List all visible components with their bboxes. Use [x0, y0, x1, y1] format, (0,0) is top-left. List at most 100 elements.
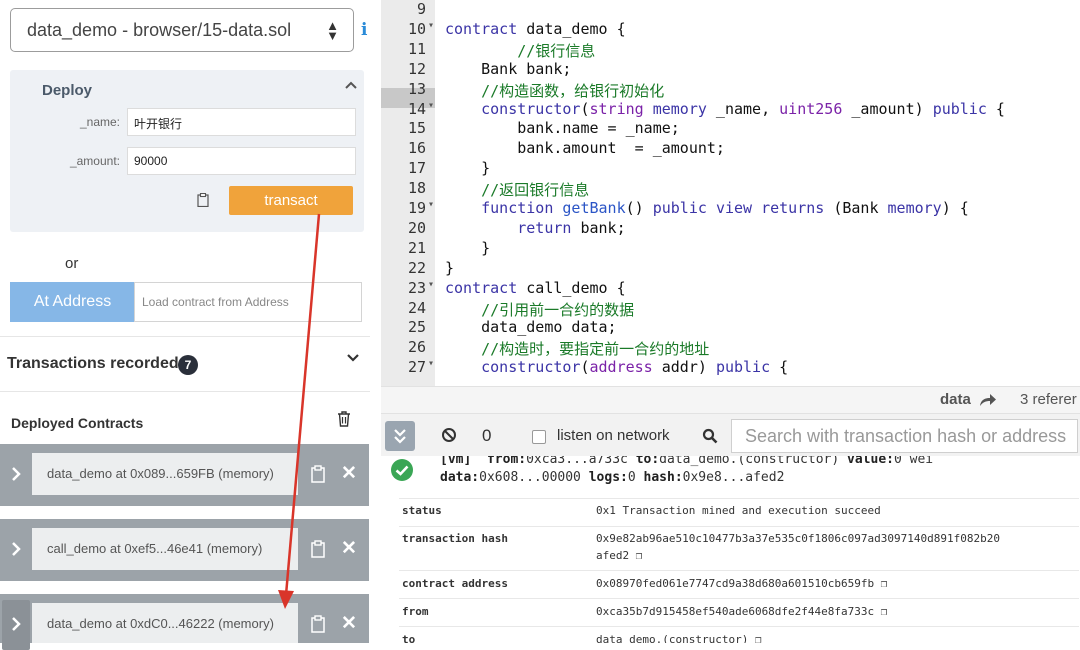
- code-line[interactable]: 13 //构造函数，给银行初始化: [381, 80, 1080, 100]
- param-name-input[interactable]: 叶开银行: [127, 108, 356, 136]
- clipboard-icon[interactable]: [197, 193, 209, 207]
- share-arrow-icon[interactable]: [979, 393, 997, 407]
- to-key: to: [402, 633, 416, 643]
- contract-select-value: data_demo - browser/15-data.sol: [27, 20, 292, 40]
- contract-instance-label: data_demo at 0x089...659FB (memory): [32, 453, 298, 495]
- trash-icon[interactable]: [336, 410, 352, 428]
- clipboard-icon[interactable]: [311, 615, 325, 633]
- deploy-title: Deploy: [42, 82, 93, 99]
- from-value: 0xca35b7d915458ef540ade6068dfe2f44e8fa73…: [596, 605, 888, 618]
- fold-arrow-icon[interactable]: ▾: [428, 358, 434, 369]
- line-number: 21: [407, 238, 426, 257]
- line-number: 20: [407, 218, 426, 237]
- deployed-contract-item[interactable]: call_demo at 0xef5...46e41 (memory) ✕: [0, 519, 369, 581]
- tx-hash-value-cont: afed2 ❐: [596, 549, 643, 562]
- code-text: //引用前一合约的数据: [481, 300, 635, 319]
- code-line[interactable]: 22}: [381, 259, 1080, 279]
- line-number: 17: [407, 159, 426, 178]
- line-number: 19: [407, 199, 426, 217]
- line-number: 14: [407, 99, 426, 118]
- line-number: 18: [407, 179, 426, 198]
- clear-icon[interactable]: [441, 427, 457, 443]
- transactions-recorded-title[interactable]: Transactions recorded:: [7, 355, 184, 373]
- chevron-right-icon[interactable]: [11, 541, 21, 557]
- tx-status-value: 0x1 Transaction mined and execution succ…: [596, 504, 881, 517]
- log-line-2[interactable]: data:0x608...00000 logs:0 hash:0x9e8...a…: [440, 470, 784, 485]
- contract-instance-label: data_demo at 0xdC0...46222 (memory): [32, 603, 298, 643]
- log-line-1[interactable]: [vm] from:0xca3...a733c to:data_demo.(co…: [440, 456, 933, 467]
- close-icon[interactable]: ✕: [341, 614, 357, 633]
- to-value: data_demo.(constructor) ❐: [596, 633, 762, 643]
- success-check-icon: [391, 459, 413, 481]
- fold-arrow-icon[interactable]: ▾: [428, 199, 434, 210]
- clipboard-icon[interactable]: ❐: [881, 577, 888, 590]
- clipboard-icon[interactable]: ❐: [755, 633, 762, 643]
- divider: [399, 598, 1079, 599]
- contract-select[interactable]: data_demo - browser/15-data.sol ▲ ▼: [10, 8, 354, 52]
- close-icon[interactable]: ✕: [341, 539, 357, 558]
- code-text: constructor(string memory _name, uint256…: [481, 99, 1005, 118]
- contract-address-value: 0x08970fed061e7747cd9a38d680a601510cb659…: [596, 577, 888, 590]
- references-count[interactable]: 3 referer: [1020, 391, 1077, 408]
- contract-instance-label: call_demo at 0xef5...46e41 (memory): [32, 528, 298, 570]
- code-line[interactable]: 23 ▾ contract call_demo {: [381, 279, 1080, 299]
- line-number: 25: [407, 318, 426, 337]
- clipboard-icon[interactable]: ❐: [881, 605, 888, 618]
- clipboard-icon[interactable]: ❐: [636, 549, 643, 562]
- deployed-contract-item[interactable]: data_demo at 0xdC0...46222 (memory) ✕: [0, 594, 369, 650]
- deployed-contracts-title: Deployed Contracts: [11, 415, 144, 431]
- contract-address-key: contract address: [402, 577, 508, 590]
- code-text: //银行信息: [517, 41, 596, 60]
- code-line[interactable]: 17 }: [381, 159, 1080, 179]
- terminal-search-input[interactable]: Search with transaction hash or address: [731, 419, 1078, 453]
- fold-arrow-icon[interactable]: ▾: [428, 279, 434, 290]
- code-line[interactable]: 27 ▾ constructor(address addr) public {: [381, 358, 1080, 378]
- code-line[interactable]: 16 bank.amount = _amount;: [381, 139, 1080, 159]
- code-text: contract call_demo {: [445, 278, 626, 297]
- code-line[interactable]: 10 ▾ contract data_demo {: [381, 20, 1080, 40]
- code-text: Bank bank;: [445, 59, 572, 78]
- divider: [399, 570, 1079, 571]
- code-line[interactable]: 26 //构造时，要指定前一合约的地址: [381, 338, 1080, 358]
- listen-checkbox[interactable]: [532, 430, 546, 444]
- fold-arrow-icon[interactable]: ▾: [428, 20, 434, 31]
- code-text: constructor(address addr) public {: [481, 358, 789, 377]
- transact-button[interactable]: transact: [229, 186, 353, 215]
- code-editor[interactable]: 9 10 ▾ contract data_demo {11 //银行信息 12 Bank…: [381, 0, 1080, 386]
- at-address-input[interactable]: Load contract from Address: [134, 282, 362, 322]
- chevron-right-icon[interactable]: [11, 466, 21, 482]
- param-amount-input[interactable]: 90000: [127, 147, 356, 175]
- pending-tx-count: 0: [482, 426, 492, 445]
- code-text: function getBank() public view returns (…: [481, 199, 969, 217]
- code-line[interactable]: 20 return bank;: [381, 219, 1080, 239]
- clipboard-icon[interactable]: [311, 540, 325, 558]
- code-line[interactable]: 11 //银行信息: [381, 40, 1080, 60]
- code-line[interactable]: 24 //引用前一合约的数据: [381, 299, 1080, 319]
- code-line[interactable]: 9: [381, 0, 1080, 20]
- fold-arrow-icon[interactable]: ▾: [428, 100, 434, 111]
- code-line[interactable]: 21 }: [381, 239, 1080, 259]
- chevron-right-icon[interactable]: [11, 616, 21, 632]
- code-line[interactable]: 12 Bank bank;: [381, 60, 1080, 80]
- terminal-toggle-button[interactable]: [385, 421, 415, 451]
- line-number: 22: [407, 258, 426, 277]
- code-text: }: [445, 238, 491, 257]
- at-address-button[interactable]: At Address: [10, 282, 135, 322]
- transactions-count-badge: 7: [178, 355, 198, 375]
- clipboard-icon[interactable]: [311, 465, 325, 483]
- code-line[interactable]: 15 bank.name = _name;: [381, 119, 1080, 139]
- chevron-down-icon[interactable]: [345, 350, 361, 366]
- divider: [399, 526, 1079, 527]
- code-line[interactable]: 18 //返回银行信息: [381, 179, 1080, 199]
- deployed-contract-item[interactable]: data_demo at 0x089...659FB (memory) ✕: [0, 444, 369, 506]
- close-icon[interactable]: ✕: [341, 464, 357, 483]
- info-icon[interactable]: i: [361, 20, 367, 40]
- tx-hash-value: 0x9e82ab96ae510c10477b3a37e535c0f1806c09…: [596, 532, 1000, 545]
- code-line[interactable]: 14 ▾ constructor(string memory _name, uin…: [381, 100, 1080, 120]
- line-number: 24: [407, 298, 426, 317]
- code-line[interactable]: 25 data_demo data;: [381, 318, 1080, 338]
- line-number: 9: [416, 0, 426, 18]
- chevron-up-icon[interactable]: [343, 77, 359, 93]
- code-line[interactable]: 19 ▾ function getBank() public view retur…: [381, 199, 1080, 219]
- param-name-label: _name:: [79, 115, 120, 129]
